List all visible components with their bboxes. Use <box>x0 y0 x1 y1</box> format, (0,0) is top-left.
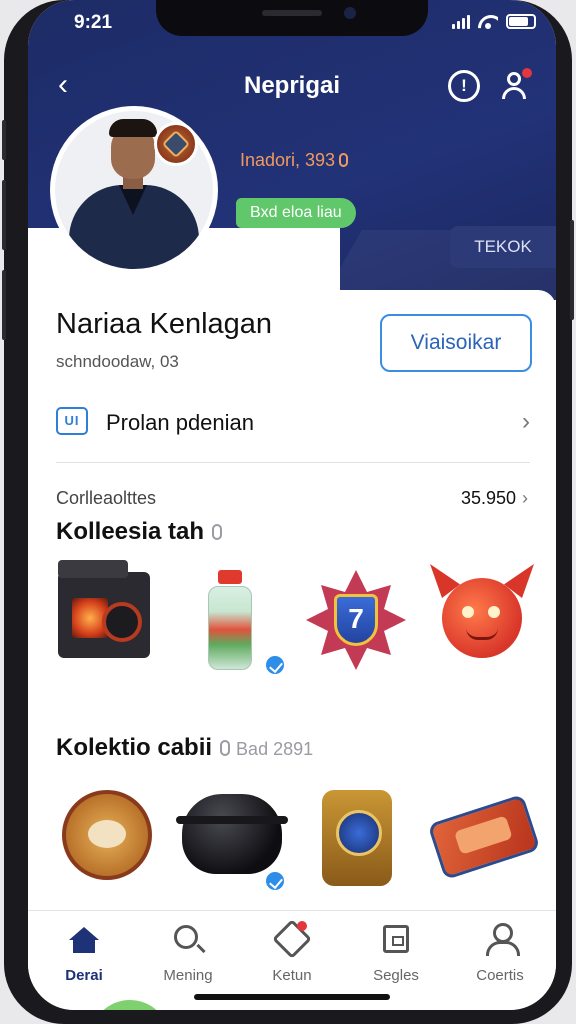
shield-seven-icon: 7 <box>334 594 378 646</box>
collection-item-relic[interactable] <box>300 778 410 898</box>
profile-stats-icon: UI <box>56 407 88 435</box>
section-hint: Bad 2891 <box>236 739 314 759</box>
rank-badge-icon <box>154 122 198 166</box>
home-icon <box>69 927 99 953</box>
pin-icon <box>212 524 223 540</box>
home-indicator[interactable] <box>194 994 390 1000</box>
top-navigation: ‹ Neprigai ! <box>28 62 556 112</box>
demon-mask-icon <box>430 564 534 658</box>
relic-icon <box>322 790 392 886</box>
tab-label: Segles <box>373 967 419 984</box>
signal-icon <box>452 15 470 29</box>
collection-item-shield[interactable]: 7 <box>300 560 410 680</box>
status-icons <box>452 14 536 29</box>
document-icon <box>383 925 409 953</box>
tab-label: Derai <box>65 967 103 984</box>
section-title-text: Kolleesia tah <box>56 518 205 545</box>
collection-stats-value[interactable]: 35.950 › <box>461 488 528 509</box>
follow-button[interactable]: Viaisoikar <box>380 314 532 372</box>
profile-subtitle: schndoodaw, 03 <box>56 352 179 371</box>
volume-down-button <box>2 270 6 340</box>
tab-gifts[interactable]: Ketun <box>242 919 342 984</box>
cauldron-icon <box>176 794 288 874</box>
tab-documents[interactable]: Segles <box>346 923 446 984</box>
chevron-right-icon: › <box>522 488 528 508</box>
screen: 9:21 ‹ Neprigai ! Inadori, 393 Bxd eloa … <box>28 0 556 1010</box>
collection-row-2 <box>28 778 556 898</box>
collection-stats-label: Corlleaolttes <box>56 488 157 508</box>
status-time: 9:21 <box>74 12 113 33</box>
tab-home[interactable]: Derai <box>34 923 134 984</box>
tab-label: Ketun <box>272 967 312 984</box>
section-title-text: Kolektio cabii <box>56 734 213 761</box>
notification-dot <box>522 68 532 78</box>
collection-row-1: 7 <box>28 560 556 680</box>
section-title-collection-2: Kolektio cabii Bad 2891 <box>56 734 313 762</box>
tab-profile[interactable]: Coertis <box>450 923 550 984</box>
level-text: Inadori, 393 <box>240 150 336 170</box>
medal-icon <box>62 790 152 880</box>
menu-row-label: Prolan pdenian <box>106 410 255 435</box>
user-icon <box>485 923 520 956</box>
level-info: Inadori, 393 <box>240 150 349 171</box>
profile-card: Nariaa Kenlagan schndoodaw, 03 Viaisoika… <box>28 290 556 910</box>
collection-item-demon[interactable] <box>426 560 536 680</box>
battery-icon <box>506 14 536 29</box>
potion-icon <box>208 570 252 670</box>
verified-icon <box>264 870 286 892</box>
phone-frame: 9:21 ‹ Neprigai ! Inadori, 393 Bxd eloa … <box>2 0 574 1024</box>
power-button <box>570 220 574 320</box>
collection-item-board[interactable] <box>426 778 541 898</box>
volume-up-button <box>2 180 6 250</box>
camera-notch <box>156 0 428 36</box>
section-title-collection: Kolleesia tah <box>56 518 223 546</box>
tab-search[interactable]: Mening <box>138 923 238 984</box>
help-icon: ! <box>461 76 467 95</box>
chest-icon <box>58 560 150 658</box>
collection-item-medal[interactable] <box>50 778 160 898</box>
speaker-grille <box>262 10 322 16</box>
stats-number: 35.950 <box>460 488 516 508</box>
skateboard-icon <box>427 793 541 881</box>
chevron-right-icon: › <box>522 408 530 435</box>
tab-label: Coertis <box>476 967 524 984</box>
user-notification-icon <box>507 72 521 86</box>
profile-menu-row[interactable]: UI Prolan pdenian › <box>56 400 530 446</box>
collection-item-chest[interactable] <box>50 560 160 680</box>
search-icon <box>174 925 198 949</box>
profile-name: Nariaa Kenlagan <box>56 308 273 340</box>
account-button[interactable] <box>498 68 532 102</box>
side-tab-chip[interactable]: TEKOK <box>450 226 556 268</box>
wifi-icon <box>478 15 498 29</box>
pin-icon <box>220 740 231 756</box>
notification-dot <box>297 921 307 931</box>
collection-item-pot[interactable] <box>176 778 288 898</box>
status-pill[interactable]: Bxd eloa liau <box>236 198 356 228</box>
mute-switch <box>2 120 6 160</box>
front-camera <box>344 7 356 19</box>
collection-item-potion[interactable] <box>176 560 286 680</box>
divider <box>56 462 530 463</box>
tab-label: Mening <box>163 967 213 984</box>
verified-icon <box>264 654 286 676</box>
level-icon <box>339 153 349 167</box>
help-button[interactable]: ! <box>448 70 480 102</box>
